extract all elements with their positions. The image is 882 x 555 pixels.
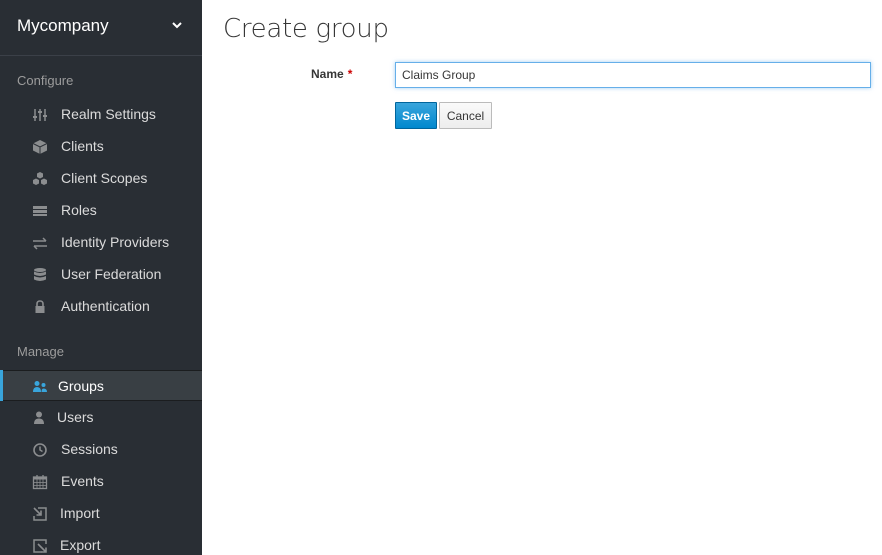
sidebar: Mycompany Configure Realm Settings Clien… [0,0,202,555]
sidebar-item-label: Groups [58,378,104,394]
sidebar-item-label: Identity Providers [61,234,170,250]
sidebar-item-label: Clients [61,138,104,154]
sidebar-item-label: Users [57,409,94,425]
sidebar-item-label: Events [61,473,104,489]
sidebar-item-label: Import [60,505,100,521]
sidebar-item-label: User Federation [61,266,162,282]
exchange-icon [32,235,48,251]
sliders-icon [32,107,48,123]
sidebar-item-label: Client Scopes [61,170,148,186]
sidebar-item-clients[interactable]: Clients [0,131,202,162]
required-marker: * [347,67,353,81]
cubes-icon [32,171,48,187]
cube-icon [32,139,48,155]
name-label-text: Name [311,67,344,81]
import-icon [32,506,48,522]
sidebar-item-label: Sessions [61,441,118,457]
chevron-down-icon [170,18,184,32]
group-name-input[interactable] [395,62,871,88]
sidebar-item-users[interactable]: Users [0,402,202,433]
sidebar-item-label: Realm Settings [61,106,156,122]
database-icon [32,267,48,283]
lock-icon [32,299,48,315]
save-button[interactable]: Save [395,102,437,129]
user-icon [31,410,47,426]
manage-section-header: Manage [17,344,64,359]
users-icon [32,379,48,395]
sidebar-item-realm-settings[interactable]: Realm Settings [0,99,202,130]
sidebar-item-authentication[interactable]: Authentication [0,291,202,322]
sidebar-item-label: Roles [61,202,97,218]
sidebar-item-user-federation[interactable]: User Federation [0,259,202,290]
sidebar-item-identity-providers[interactable]: Identity Providers [0,227,202,258]
clock-icon [32,442,48,458]
sidebar-item-roles[interactable]: Roles [0,195,202,226]
realm-selector[interactable]: Mycompany [0,0,202,56]
sidebar-item-label: Export [60,537,101,553]
export-icon [32,538,48,554]
sidebar-item-events[interactable]: Events [0,466,202,497]
realm-name: Mycompany [17,16,109,35]
sidebar-item-sessions[interactable]: Sessions [0,434,202,465]
sidebar-item-label: Authentication [61,298,150,314]
cancel-button[interactable]: Cancel [439,102,492,129]
name-field-label: Name * [311,67,352,81]
sidebar-item-import[interactable]: Import [0,498,202,529]
list-icon [32,203,48,219]
sidebar-item-groups[interactable]: Groups [0,370,202,401]
sidebar-item-client-scopes[interactable]: Client Scopes [0,163,202,194]
page-title: Create group [223,14,389,44]
configure-section-header: Configure [17,73,74,88]
calendar-icon [32,474,48,490]
main-content: Create group Name* Save Cancel [202,0,882,555]
sidebar-item-export[interactable]: Export [0,530,202,555]
